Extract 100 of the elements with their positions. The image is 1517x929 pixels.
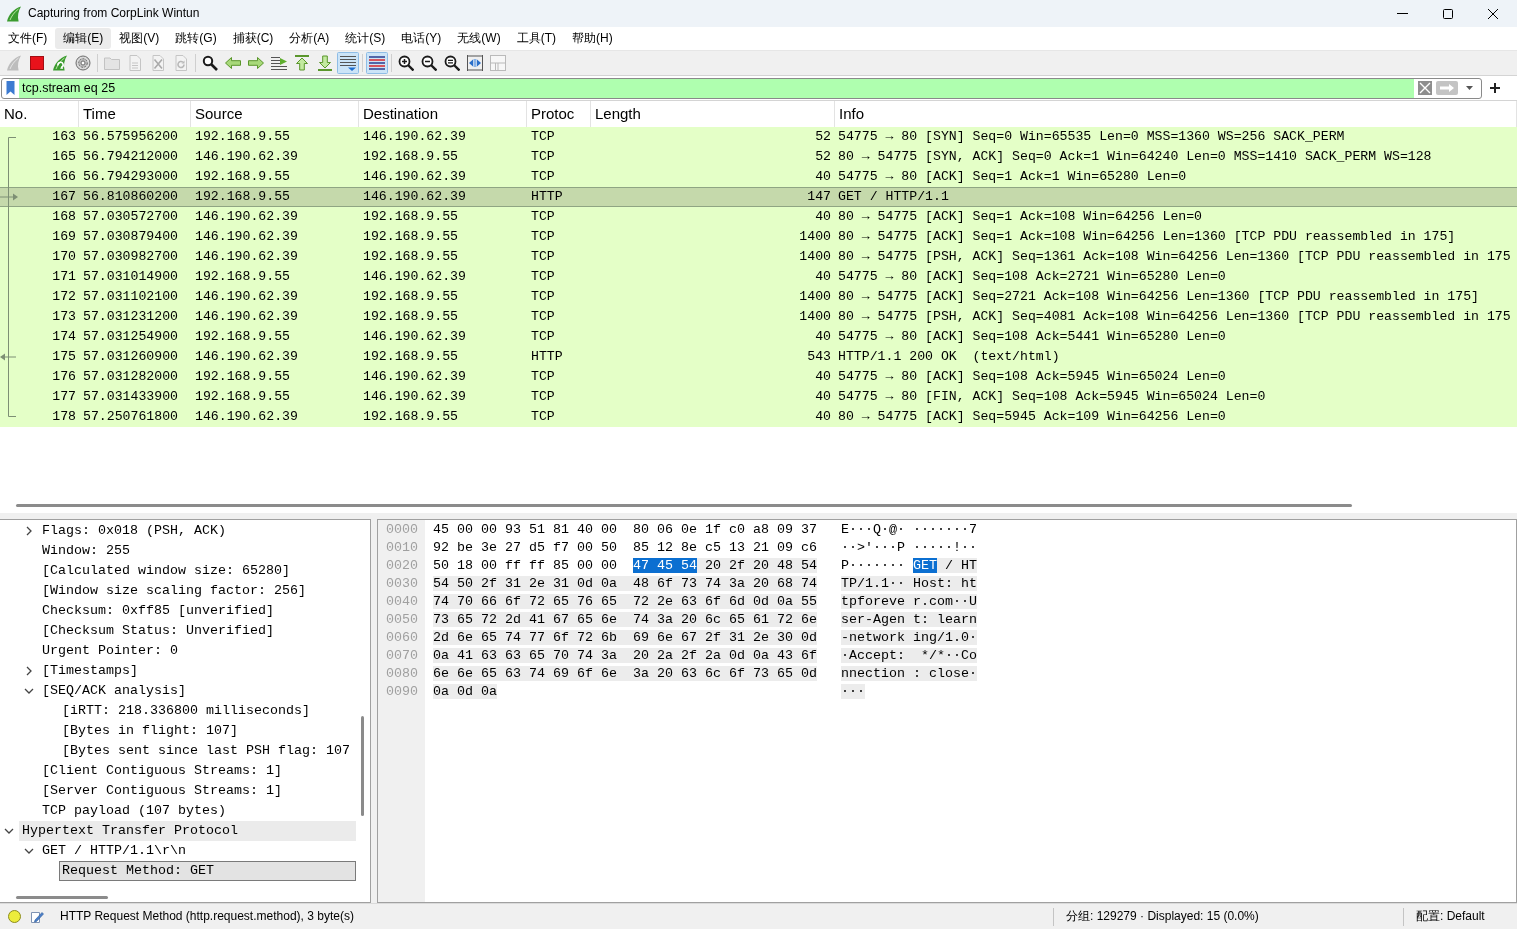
plus-icon[interactable] [1490, 83, 1500, 93]
menu-item[interactable]: 无线(W) [449, 28, 509, 49]
zoom-reset-icon[interactable] [443, 55, 460, 71]
tree-item[interactable]: [Window size scaling factor: 256] [39, 581, 356, 601]
close-icon[interactable] [1488, 8, 1498, 19]
chevron-right-icon[interactable] [26, 526, 32, 536]
pencil-icon[interactable] [30, 909, 44, 924]
arrow-up-icon[interactable] [293, 55, 310, 71]
tree-item[interactable]: Hypertext Transfer Protocol [19, 821, 356, 841]
hex-bytes[interactable]: 50 18 00 ff ff 85 00 00 [433, 558, 633, 573]
hex-bytes[interactable]: 6e 6e 65 63 74 69 6f 6e 3a 20 63 6c 6f 73 65 0d [433, 666, 817, 681]
status-dot-icon[interactable] [8, 910, 21, 923]
lines-down-icon[interactable] [336, 52, 359, 74]
zoom-in-icon[interactable] [397, 55, 414, 71]
tree-item[interactable]: [Calculated window size: 65280] [39, 561, 356, 581]
arrow-right-icon[interactable] [247, 55, 264, 71]
gear-icon[interactable] [74, 55, 91, 71]
hex-bytes[interactable]: 54 50 2f 31 2e 31 0d 0a 48 6f 73 74 3a 20 68 74 [433, 576, 817, 591]
maximize-icon[interactable] [1443, 8, 1453, 19]
ascii-text[interactable]: ··>'···P ·····!·· [840, 540, 977, 555]
tree-item[interactable]: [Bytes in flight: 107] [59, 721, 356, 741]
menu-item[interactable]: 分析(A) [281, 28, 338, 49]
tree-item[interactable]: GET / HTTP/1.1\r\n [39, 841, 356, 861]
stop-icon[interactable] [28, 55, 45, 71]
arrow-left-icon[interactable] [224, 55, 241, 71]
hex-bytes[interactable]: 45 00 00 93 51 81 40 00 80 06 0e 1f c0 a8 09 37 [433, 522, 817, 537]
table-cell-text: 192.168.9.55 [362, 288, 459, 306]
tree-item[interactable]: TCP payload (107 bytes) [39, 801, 356, 821]
tree-item[interactable]: [SEQ/ACK analysis] [39, 681, 356, 701]
table-cell-text: 80 → 54775 [PSH, ACK] Seq=1361 Ack=108 Win=64256 Len=1360 [TCP PDU reassembled in 175 [837, 248, 1512, 266]
tree-item[interactable]: Flags: 0x018 (PSH, ACK) [39, 521, 356, 541]
ascii-text[interactable]: P······· [840, 558, 913, 573]
lines-arrow-icon[interactable] [270, 55, 287, 71]
ascii-text[interactable]: nnection : close· [840, 666, 977, 681]
table-cell-text: 1400 [798, 288, 832, 306]
packet-row[interactable]: 176 57.031282000 192.168.9.55 146.190.62.39 TCP 40 54775 → 80 [ACK] Seq=108 Ack=5945 Win=65024 Len=0 [0, 367, 1517, 387]
ascii-text[interactable]: E···Q·@· ·······7 [840, 522, 977, 537]
hex-bytes[interactable]: 2d 6e 65 74 77 6f 72 6b 69 6e 67 2f 31 2e 30 0d [433, 630, 817, 645]
chevron-down-icon[interactable] [24, 688, 34, 694]
ascii-text[interactable]: TP/1.1·· Host: ht [840, 576, 977, 591]
chevron-down-icon[interactable] [24, 848, 34, 854]
packet-row[interactable]: 166 56.794293000 192.168.9.55 146.190.62.39 TCP 40 54775 → 80 [ACK] Seq=1 Ack=1 Win=65280 Len=0 [0, 167, 1517, 187]
tree-item[interactable]: [iRTT: 218.336800 milliseconds] [59, 701, 356, 721]
table-cell-text: 192.168.9.55 [194, 388, 291, 406]
hex-bytes[interactable]: 92 be 3e 27 d5 f7 00 50 85 12 8e c5 13 21 09 c6 [433, 540, 817, 555]
ascii-text[interactable]: -network ing/1.0· [840, 630, 977, 645]
hex-bytes[interactable]: 73 65 72 2d 41 67 65 6e 74 3a 20 6c 65 61 72 6e [433, 612, 817, 627]
ascii-text[interactable]: ··· [840, 684, 865, 699]
packet-row[interactable]: 168 57.030572700 146.190.62.39 192.168.9.55 TCP 40 80 → 54775 [ACK] Seq=1 Ack=108 Win=64256 Len=0 [0, 207, 1517, 227]
menu-item[interactable]: 帮助(H) [564, 28, 621, 49]
hex-bytes[interactable]: 74 70 66 6f 72 65 76 65 72 2e 63 6f 6d 0d 0a 55 [433, 594, 817, 609]
menu-item[interactable]: 捕获(C) [224, 28, 282, 49]
menu-item[interactable]: 跳转(G) [167, 28, 225, 49]
hex-bytes[interactable]: 20 2f 20 48 54 [696, 558, 817, 573]
tree-item[interactable]: Checksum: 0xff85 [unverified] [39, 601, 356, 621]
menu-item[interactable]: 编辑(E) [55, 28, 112, 49]
tree-item[interactable]: [Bytes sent since last PSH flag: 107 [59, 741, 356, 761]
packet-row[interactable]: 171 57.031014900 192.168.9.55 146.190.62.39 TCP 40 54775 → 80 [ACK] Seq=108 Ack=2721 Win=65280 Len=0 [0, 267, 1517, 287]
menu-item[interactable]: 文件(F) [0, 28, 56, 49]
arrow-down-icon[interactable] [316, 55, 333, 71]
tree-item[interactable]: [Client Contiguous Streams: 1] [39, 761, 356, 781]
packet-row[interactable]: 177 57.031433900 192.168.9.55 146.190.62.39 TCP 40 54775 → 80 [FIN, ACK] Seq=108 Ack=5945 Win=65024 Len=0 [0, 387, 1517, 407]
tree-item[interactable]: Request Method: GET [59, 861, 356, 881]
chevron-right-icon[interactable] [26, 666, 32, 676]
packet-row[interactable]: 163 56.575956200 192.168.9.55 146.190.62.39 TCP 52 54775 → 80 [SYN] Seq=0 Win=65535 Len=0 MSS=1360 WS=256 SACK_PERM [0, 127, 1517, 147]
packet-row[interactable]: 167 56.810860200 192.168.9.55 146.190.62.39 HTTP 147 GET / HTTP/1.1 [0, 187, 1517, 207]
menu-item[interactable]: 电话(Y) [393, 28, 450, 49]
tree-item[interactable]: [Timestamps] [39, 661, 356, 681]
fin-refresh-icon[interactable] [51, 55, 68, 71]
tree-item[interactable]: Window: 255 [39, 541, 356, 561]
hex-bytes[interactable]: 0a 0d 0a [433, 684, 497, 699]
ascii-text[interactable]: ·Accept: */*··Co [840, 648, 977, 663]
packet-row[interactable]: 170 57.030982700 146.190.62.39 192.168.9.55 TCP 1400 80 → 54775 [PSH, ACK] Seq=1361 Ack=108 Win=64256 Len=1360 [TCP PDU reassembled in 175 [0, 247, 1517, 267]
profile-label[interactable]: 配置: Default [1403, 907, 1517, 926]
chevron-down-icon[interactable] [4, 828, 14, 834]
menu-item[interactable]: 统计(S) [337, 28, 394, 49]
packet-row[interactable]: 173 57.031231200 146.190.62.39 192.168.9.55 TCP 1400 80 → 54775 [PSH, ACK] Seq=4081 Ack=108 Win=64256 Len=1360 [TCP PDU reassembled in 175 [0, 307, 1517, 327]
packet-row[interactable]: 165 56.794212000 146.190.62.39 192.168.9.55 TCP 52 80 → 54775 [SYN, ACK] Seq=0 Ack=1 Win=64240 Len=0 MSS=1410 SACK_PERM WS=128 [0, 147, 1517, 167]
search-icon[interactable] [201, 55, 218, 71]
packet-row[interactable]: 169 57.030879400 146.190.62.39 192.168.9.55 TCP 1400 80 → 54775 [ACK] Seq=1 Ack=108 Win=64256 Len=1360 [TCP PDU reassembled in 175] [0, 227, 1517, 247]
tree-item[interactable]: [Checksum Status: Unverified] [39, 621, 356, 641]
packet-row[interactable]: 172 57.031102100 146.190.62.39 192.168.9.55 TCP 1400 80 → 54775 [ACK] Seq=2721 Ack=108 Win=64256 Len=1360 [TCP PDU reassembled in 175] [0, 287, 1517, 307]
ascii-text[interactable]: / HT [936, 558, 977, 573]
hex-bytes[interactable]: 0a 41 63 63 65 70 74 3a 20 2a 2f 2a 0d 0a 43 6f [433, 648, 817, 663]
menu-item[interactable]: 视图(V) [111, 28, 168, 49]
table-cell-text: 146.190.62.39 [194, 228, 299, 246]
tree-item[interactable]: [Server Contiguous Streams: 1] [39, 781, 356, 801]
menu-item[interactable]: 工具(T) [508, 28, 564, 49]
colored-lines-icon[interactable] [365, 52, 388, 74]
packet-row[interactable]: 175 57.031260900 146.190.62.39 192.168.9.55 HTTP 543 HTTP/1.1 200 OK (text/html) [0, 347, 1517, 367]
highlighted-bytes[interactable]: 47 45 54 [632, 558, 697, 573]
table-cell-text: 40 [814, 168, 832, 186]
highlighted-text[interactable]: GET [912, 558, 937, 573]
packet-row[interactable]: 178 57.250761800 146.190.62.39 192.168.9.55 TCP 40 80 → 54775 [ACK] Seq=5945 Ack=109 Win=64256 Len=0 [0, 407, 1517, 427]
packet-row[interactable]: 174 57.031254900 192.168.9.55 146.190.62.39 TCP 40 54775 → 80 [ACK] Seq=108 Ack=5441 Win=65280 Len=0 [0, 327, 1517, 347]
zoom-out-icon[interactable] [420, 55, 437, 71]
tree-item[interactable]: Urgent Pointer: 0 [39, 641, 356, 661]
column-resize-icon[interactable] [466, 55, 483, 71]
ascii-text[interactable]: tpforeve r.com··U [840, 594, 977, 609]
ascii-text[interactable]: ser-Agen t: learn [840, 612, 977, 627]
